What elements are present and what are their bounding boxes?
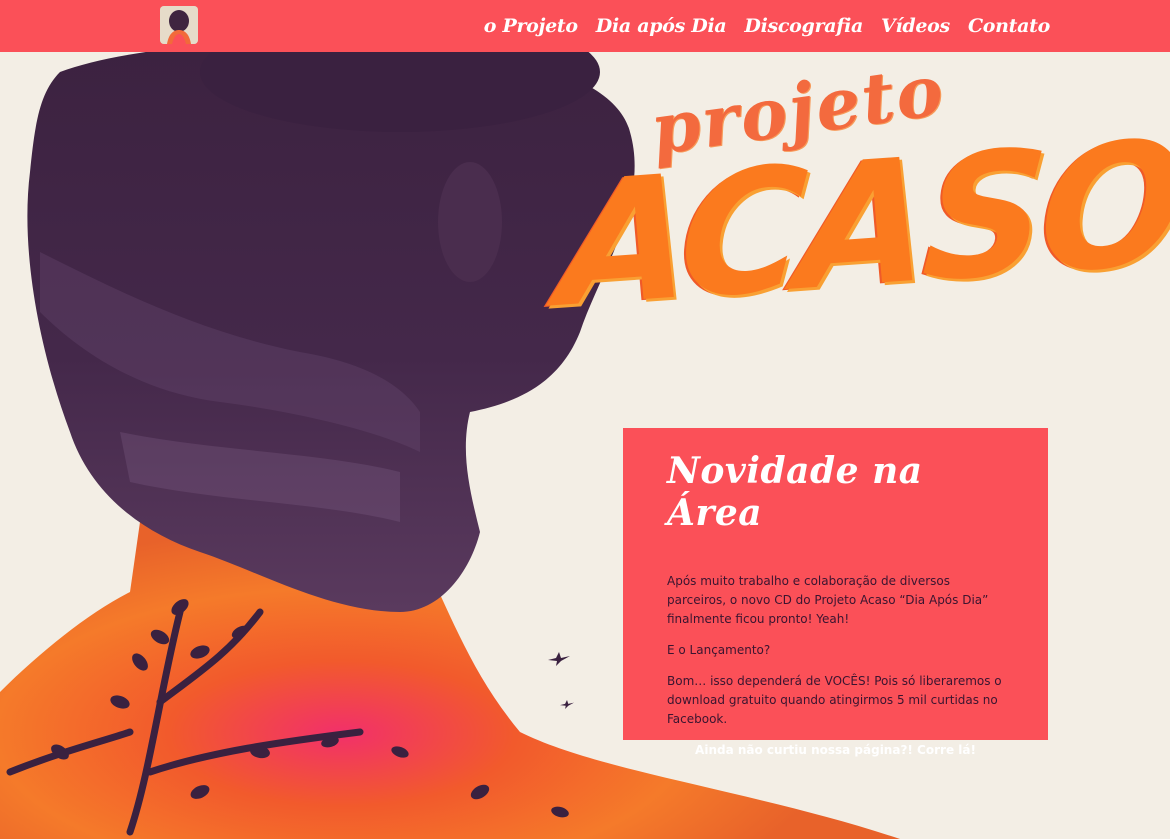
- nav-link-contato[interactable]: Contato: [968, 15, 1050, 37]
- bird-icon: [560, 700, 574, 709]
- news-paragraph-3: Bom… isso dependerá de VOCÊS! Pois só li…: [667, 674, 1002, 726]
- nav-link-dia-apos-dia[interactable]: Dia após Dia: [596, 15, 727, 37]
- project-title-big: ACASO: [553, 103, 1170, 347]
- top-navigation-bar: o Projeto Dia após Dia Discografia Vídeo…: [0, 0, 1170, 52]
- news-paragraph-2: E o Lançamento?: [667, 643, 771, 657]
- page: o Projeto Dia após Dia Discografia Vídeo…: [0, 0, 1170, 839]
- project-title-logo: projeto ACASO: [540, 48, 1170, 410]
- news-title: Novidade na Área: [667, 450, 923, 534]
- nav-link-o-projeto[interactable]: o Projeto: [484, 15, 578, 37]
- site-logo-avatar[interactable]: [160, 6, 198, 44]
- nav-link-discografia[interactable]: Discografia: [744, 15, 863, 37]
- profile-avatar-icon: [160, 6, 198, 44]
- main-navigation: o Projeto Dia após Dia Discografia Vídeo…: [484, 0, 1051, 52]
- news-paragraph-1: Após muito trabalho e colaboração de div…: [667, 574, 989, 626]
- nav-link-videos[interactable]: Vídeos: [881, 15, 950, 37]
- news-panel: Novidade na Área Após muito trabalho e c…: [623, 428, 1048, 757]
- facebook-cta-link[interactable]: Ainda não curtiu nossa página?! Corre lá…: [667, 741, 1004, 760]
- bird-icon: [548, 652, 570, 666]
